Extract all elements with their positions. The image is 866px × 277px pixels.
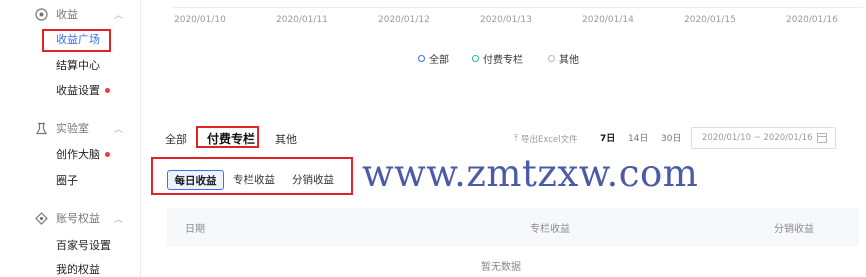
- flask-icon: [34, 121, 48, 135]
- coin-icon: [34, 7, 48, 21]
- legend-item-other[interactable]: 其他: [548, 51, 579, 66]
- chevron-up-icon[interactable]: ︿: [114, 212, 123, 225]
- upload-icon: ⤒: [514, 134, 518, 144]
- x-axis-tick: 2020/01/16: [786, 15, 838, 25]
- highlight-box: [151, 157, 353, 195]
- notification-dot: [105, 87, 110, 93]
- x-axis-tick: 2020/01/12: [378, 15, 430, 25]
- highlight-box: [196, 126, 259, 148]
- sidebar-group-lab[interactable]: 实验室 ︿: [0, 117, 141, 139]
- period-7d[interactable]: 7日: [600, 131, 615, 144]
- tab-all[interactable]: 全部: [165, 131, 187, 147]
- table-header: 日期 专栏收益 分销收益: [167, 208, 859, 246]
- period-14d[interactable]: 14日: [628, 131, 648, 144]
- sidebar: 收益 ︿ 收益广场 结算中心 收益设置 实验室 ︿ 创作大脑 圈子 账号权益 ︿…: [0, 0, 141, 277]
- legend-item-paid-column[interactable]: 付费专栏: [472, 51, 523, 66]
- legend-ring-icon: [472, 55, 479, 62]
- x-axis-tick: 2020/01/14: [582, 15, 634, 25]
- legend-item-all[interactable]: 全部: [418, 51, 449, 66]
- x-axis-tick: 2020/01/11: [276, 15, 328, 25]
- sidebar-item-income-settings[interactable]: 收益设置: [56, 82, 110, 100]
- chevron-up-icon[interactable]: ︿: [114, 122, 123, 135]
- watermark-text: www.zmtzxw.com: [362, 152, 699, 195]
- main-content: 2020/01/10 2020/01/11 2020/01/12 2020/01…: [141, 0, 866, 277]
- legend-ring-icon: [548, 55, 555, 62]
- export-excel-button[interactable]: ⤒ 导出Excel文件: [514, 131, 578, 147]
- date-range-picker[interactable]: 2020/01/10 ~ 2020/01/16: [691, 127, 836, 149]
- legend-ring-icon: [418, 55, 425, 62]
- column-header-column-income: 专栏收益: [530, 224, 570, 235]
- x-axis-tick: 2020/01/10: [174, 15, 226, 25]
- sidebar-item-settlement[interactable]: 结算中心: [56, 57, 100, 75]
- sidebar-group-income[interactable]: 收益 ︿: [0, 3, 141, 25]
- empty-state-text: 暂无数据: [481, 262, 521, 273]
- x-axis-tick: 2020/01/15: [684, 15, 736, 25]
- tab-other[interactable]: 其他: [275, 131, 297, 147]
- sidebar-item-my-rights[interactable]: 我的权益: [56, 261, 100, 277]
- sidebar-item-baijiahao-settings[interactable]: 百家号设置: [56, 237, 111, 255]
- highlight-box: [42, 29, 111, 52]
- notification-dot: [105, 151, 110, 157]
- sidebar-group-title: 实验室: [56, 122, 89, 135]
- chevron-up-icon[interactable]: ︿: [114, 8, 123, 21]
- sidebar-item-circle[interactable]: 圈子: [56, 172, 78, 190]
- sidebar-item-creative-brain[interactable]: 创作大脑: [56, 146, 110, 164]
- sidebar-group-title: 账号权益: [56, 212, 100, 225]
- page-root: 收益 ︿ 收益广场 结算中心 收益设置 实验室 ︿ 创作大脑 圈子 账号权益 ︿…: [0, 0, 866, 277]
- sidebar-group-account[interactable]: 账号权益 ︿: [0, 207, 141, 229]
- badge-icon: [34, 211, 48, 225]
- x-axis-tick: 2020/01/13: [480, 15, 532, 25]
- column-header-date: 日期: [185, 224, 205, 235]
- column-header-distribution-income: 分销收益: [774, 224, 814, 235]
- sidebar-group-title: 收益: [56, 8, 78, 21]
- chart-baseline: [173, 7, 863, 8]
- period-30d[interactable]: 30日: [661, 131, 681, 144]
- calendar-icon: [817, 133, 827, 143]
